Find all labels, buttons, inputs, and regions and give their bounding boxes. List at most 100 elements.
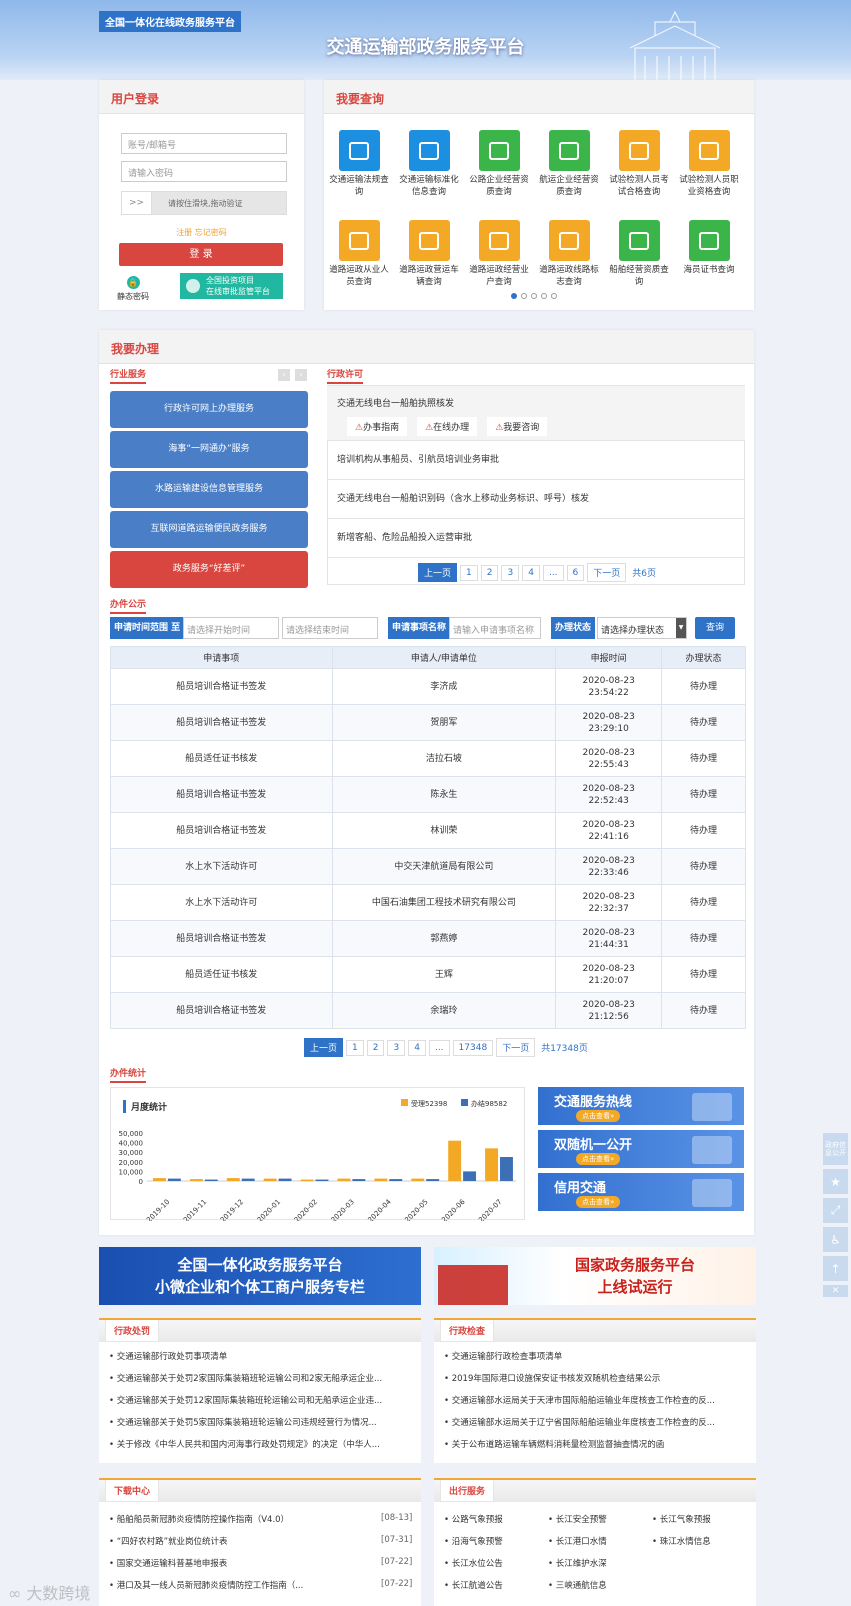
static-password-option[interactable]: 🔒 静态密码 xyxy=(115,276,151,302)
news-item[interactable]: • 交通运输部水运局关于天津市国际船舶运输业年度核查工作检查的反... xyxy=(444,1394,744,1406)
carousel-dot[interactable] xyxy=(541,293,547,299)
national-platform-banner[interactable]: 国家政务服务平台 上线试运行 xyxy=(434,1247,756,1305)
page-number[interactable]: 1 xyxy=(346,1039,364,1056)
download-item[interactable]: • 港口及其一线人员新冠肺炎疫情防控工作指南（... xyxy=(109,1579,359,1591)
query-item[interactable]: 海员证书查询 xyxy=(679,220,739,276)
next-arrow-icon[interactable]: › xyxy=(295,369,307,381)
page-number[interactable]: 4 xyxy=(522,564,540,581)
forgot-password-link[interactable]: 忘记密码 xyxy=(195,228,227,237)
page-number[interactable]: ... xyxy=(428,1039,450,1056)
table-row[interactable]: 船员适任证书核发 洁拉石坡 2020-08-23 22:55:43 待办理 xyxy=(110,740,746,777)
news-item[interactable]: • 交通运输部水运局关于辽宁省国际船舶运输业年度核查工作检查的反... xyxy=(444,1416,744,1428)
query-item[interactable]: 航运企业经营资质查询 xyxy=(539,130,599,198)
prev-page-button[interactable]: 上一页 xyxy=(418,563,458,582)
page-number[interactable]: 17348 xyxy=(452,1039,494,1056)
travel-item[interactable]: • 沿海气象预警 xyxy=(444,1535,539,1547)
table-row[interactable]: 船员培训合格证书签发 郭燕婷 2020-08-23 21:44:31 待办理 xyxy=(110,920,746,957)
download-item[interactable]: • “四好农村路”就业岗位统计表 xyxy=(109,1535,359,1547)
consult-action[interactable]: ⚠我要咨询 xyxy=(487,417,548,436)
industry-tab[interactable]: 行业服务 xyxy=(110,367,147,384)
page-number[interactable]: 3 xyxy=(501,564,520,581)
start-time-input[interactable]: 请选择开始时间 xyxy=(183,617,279,639)
download-item[interactable]: • 船舶船员新冠肺炎疫情防控操作指南（V4.0） xyxy=(109,1513,359,1525)
license-item[interactable]: 新增客船、危险品船投入运营审批 xyxy=(327,519,745,558)
slider-captcha[interactable]: >> 请按住滑块,拖动验证 xyxy=(121,191,287,215)
table-row[interactable]: 船员培训合格证书签发 李济成 2020-08-23 23:54:22 待办理 xyxy=(110,668,746,705)
query-button[interactable]: 查询 xyxy=(695,617,735,639)
promo-banner[interactable]: 双随机一公开 点击查看» xyxy=(538,1130,744,1168)
register-link[interactable]: 注册 xyxy=(176,228,192,237)
table-row[interactable]: 船员培训合格证书签发 陈永生 2020-08-23 22:52:43 待办理 xyxy=(110,776,746,813)
license-item-expanded[interactable]: 交通无线电台一船舶执照核发 ⚠办事指南 ⚠在线办理 ⚠我要咨询 xyxy=(327,386,745,441)
news-item[interactable]: • 关于修改《中华人民共和国内河海事行政处罚规定》的决定（中华人... xyxy=(109,1438,409,1450)
download-tab[interactable]: 下载中心 xyxy=(105,1480,160,1502)
page-number[interactable]: 4 xyxy=(408,1039,426,1056)
platform-tag[interactable]: 全国一体化在线政务服务平台 xyxy=(99,11,241,32)
travel-item[interactable]: • 珠江水情信息 xyxy=(652,1535,747,1547)
password-input[interactable]: 请输入密码 xyxy=(121,161,287,182)
item-name-input[interactable]: 请输入申请事项名称 xyxy=(449,617,541,639)
table-row[interactable]: 船员培训合格证书签发 贺朋军 2020-08-23 23:29:10 待办理 xyxy=(110,704,746,741)
query-item[interactable]: 道路运政从业人员查询 xyxy=(329,220,389,288)
promo-banner[interactable]: 信用交通 点击查看» xyxy=(538,1173,744,1211)
query-item[interactable]: 道路运政营运车辆查询 xyxy=(399,220,459,288)
account-input[interactable]: 账号/邮箱号 xyxy=(121,133,287,154)
page-number[interactable]: 3 xyxy=(387,1039,406,1056)
query-item[interactable]: 公路企业经营资质查询 xyxy=(469,130,529,198)
table-row[interactable]: 船员培训合格证书签发 林训荣 2020-08-23 22:41:16 待办理 xyxy=(110,812,746,849)
page-number[interactable]: 2 xyxy=(480,564,499,581)
license-item[interactable]: 培训机构从事船员、引航员培训业务审批 xyxy=(327,441,745,480)
news-item[interactable]: • 关于公布道路运输车辆燃料消耗量检测监督抽查情况的函 xyxy=(444,1438,744,1450)
gov-open-button[interactable]: 政府信息公开 xyxy=(823,1133,848,1165)
industry-service-button[interactable]: 水路运输建设信息管理服务 xyxy=(110,471,308,508)
news-item[interactable]: • 交通运输部行政检查事项清单 xyxy=(444,1350,744,1362)
industry-service-button[interactable]: 海事“一网通办”服务 xyxy=(110,431,308,468)
inspect-tab[interactable]: 行政检查 xyxy=(440,1320,495,1342)
status-select[interactable]: 请选择办理状态 ▼ xyxy=(597,617,687,639)
industry-service-button[interactable]: 政务服务“好差评” xyxy=(110,551,308,588)
travel-item[interactable]: • 长江维护水深 xyxy=(548,1557,643,1569)
carousel-dot[interactable] xyxy=(521,293,527,299)
travel-item[interactable]: • 三峡通航信息 xyxy=(548,1579,643,1591)
travel-item[interactable]: • 长江气象预报 xyxy=(652,1513,747,1525)
table-row[interactable]: 水上水下活动许可 中国石油集团工程技术研究有限公司 2020-08-23 22:32:… xyxy=(110,884,746,921)
publicity-tab[interactable]: 办件公示 xyxy=(110,597,147,614)
page-number[interactable]: ... xyxy=(542,564,564,581)
promo-banner[interactable]: 交通服务热线 点击查看» xyxy=(538,1087,744,1125)
travel-item[interactable]: • 长江航道公告 xyxy=(444,1579,539,1591)
end-time-input[interactable]: 请选择结束时间 xyxy=(282,617,378,639)
star-icon[interactable]: ★ xyxy=(823,1169,848,1194)
small-business-banner[interactable]: 全国一体化政务服务平台 小微企业和个体工商户服务专栏 xyxy=(99,1247,421,1305)
table-row[interactable]: 船员培训合格证书签发 余瑞玲 2020-08-23 21:12:56 待办理 xyxy=(110,992,746,1029)
carousel-dot[interactable] xyxy=(531,293,537,299)
license-tab[interactable]: 行政许可 xyxy=(327,367,364,384)
guide-action[interactable]: ⚠办事指南 xyxy=(347,417,408,436)
carousel-dot[interactable] xyxy=(511,293,517,299)
close-icon[interactable]: ✕ xyxy=(823,1285,848,1297)
query-item[interactable]: 试验检测人员职业资格查询 xyxy=(679,130,739,198)
query-item[interactable]: 交通运输法规查询 xyxy=(329,130,389,198)
prev-arrow-icon[interactable]: ‹ xyxy=(278,369,290,381)
travel-tab[interactable]: 出行服务 xyxy=(440,1480,495,1502)
query-item[interactable]: 船舶经营资质查询 xyxy=(609,220,669,288)
table-row[interactable]: 水上水下活动许可 中交天津航道局有限公司 2020-08-23 22:33:46 待办理 xyxy=(110,848,746,885)
penalty-tab[interactable]: 行政处罚 xyxy=(105,1320,160,1342)
travel-item[interactable]: • 长江港口水情 xyxy=(548,1535,643,1547)
query-item[interactable]: 交通运输标准化信息查询 xyxy=(399,130,459,198)
login-button[interactable]: 登 录 xyxy=(119,243,283,266)
query-item[interactable]: 道路运政线路标志查询 xyxy=(539,220,599,288)
industry-service-button[interactable]: 互联网道路运输便民政务服务 xyxy=(110,511,308,548)
news-item[interactable]: • 交通运输部关于处罚12家国际集装箱班轮运输公司和无船承运企业违... xyxy=(109,1394,409,1406)
travel-item[interactable]: • 公路气象预报 xyxy=(444,1513,539,1525)
industry-service-button[interactable]: 行政许可网上办理服务 xyxy=(110,391,308,428)
prev-page-button[interactable]: 上一页 xyxy=(304,1038,344,1057)
download-item[interactable]: • 国家交通运输科普基地申报表 xyxy=(109,1557,359,1569)
carousel-dots[interactable] xyxy=(511,293,557,299)
travel-item[interactable]: • 长江水位公告 xyxy=(444,1557,539,1569)
license-item[interactable]: 交通无线电台一船舶识别码（含水上移动业务标识、呼号）核发 xyxy=(327,480,745,519)
next-page-button[interactable]: 下一页 xyxy=(587,563,627,582)
news-item[interactable]: • 交通运输部关于处罚2家国际集装箱班轮运输公司和2家无船承运企业... xyxy=(109,1372,409,1384)
share-icon[interactable]: ⤢ xyxy=(823,1198,848,1223)
page-number[interactable]: 1 xyxy=(460,564,478,581)
query-item[interactable]: 道路运政经营业户查询 xyxy=(469,220,529,288)
